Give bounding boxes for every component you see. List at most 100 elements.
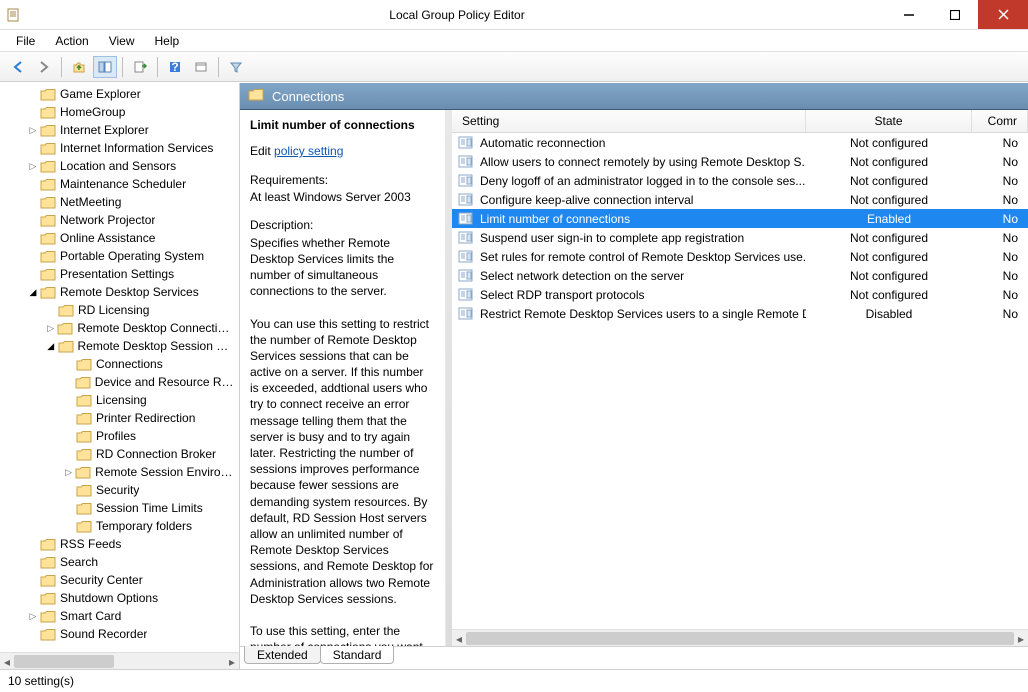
tree-item[interactable]: Licensing bbox=[2, 391, 239, 409]
policy-icon bbox=[458, 250, 474, 264]
tree-item[interactable]: RSS Feeds bbox=[2, 535, 239, 553]
scroll-right-icon[interactable]: ▸ bbox=[1014, 630, 1028, 646]
twisty-closed-icon[interactable]: ▷ bbox=[26, 611, 40, 622]
menu-action[interactable]: Action bbox=[45, 32, 98, 50]
scroll-thumb[interactable] bbox=[14, 655, 114, 668]
tree-item[interactable]: Security bbox=[2, 481, 239, 499]
menu-view[interactable]: View bbox=[99, 32, 145, 50]
tree-item[interactable]: Search bbox=[2, 553, 239, 571]
tree-item-label: Remote Desktop Connection C bbox=[77, 321, 235, 335]
tree-item[interactable]: ▷ Remote Desktop Connection C bbox=[2, 319, 239, 337]
tree-item[interactable]: Online Assistance bbox=[2, 229, 239, 247]
scroll-right-icon[interactable]: ▸ bbox=[225, 653, 239, 670]
tree-item[interactable]: ▷Location and Sensors bbox=[2, 157, 239, 175]
setting-comment: No bbox=[972, 136, 1028, 150]
tree-item[interactable]: Presentation Settings bbox=[2, 265, 239, 283]
tree-item[interactable]: ▷Internet Explorer bbox=[2, 121, 239, 139]
tree-item[interactable]: Device and Resource Redire bbox=[2, 373, 239, 391]
settings-row[interactable]: Suspend user sign-in to complete app reg… bbox=[452, 228, 1028, 247]
scroll-left-icon[interactable]: ◂ bbox=[452, 630, 466, 646]
tree-item[interactable]: HomeGroup bbox=[2, 103, 239, 121]
menu-help[interactable]: Help bbox=[145, 32, 190, 50]
folder-icon bbox=[40, 537, 56, 551]
settings-row[interactable]: Deny logoff of an administrator logged i… bbox=[452, 171, 1028, 190]
tree-item[interactable]: Printer Redirection bbox=[2, 409, 239, 427]
tree-item-label: Maintenance Scheduler bbox=[60, 177, 186, 191]
scroll-left-icon[interactable]: ◂ bbox=[0, 653, 14, 670]
setting-comment: No bbox=[972, 193, 1028, 207]
folder-icon bbox=[40, 573, 56, 587]
settings-row[interactable]: Allow users to connect remotely by using… bbox=[452, 152, 1028, 171]
setting-state: Not configured bbox=[806, 136, 972, 150]
setting-comment: No bbox=[972, 269, 1028, 283]
tree-item[interactable]: Temporary folders bbox=[2, 517, 239, 535]
edit-policy-link[interactable]: policy setting bbox=[274, 144, 343, 158]
tree-item[interactable]: ◢Remote Desktop Session Host bbox=[2, 337, 239, 355]
list-horizontal-scrollbar[interactable]: ◂ ▸ bbox=[452, 629, 1028, 646]
settings-row[interactable]: Select RDP transport protocolsNot config… bbox=[452, 285, 1028, 304]
twisty-closed-icon[interactable]: ▷ bbox=[62, 467, 75, 478]
tree-item[interactable]: Sound Recorder bbox=[2, 625, 239, 643]
tree-item[interactable]: Connections bbox=[2, 355, 239, 373]
setting-state: Enabled bbox=[806, 212, 972, 226]
twisty-open-icon[interactable]: ◢ bbox=[44, 341, 58, 352]
tree-item[interactable]: Maintenance Scheduler bbox=[2, 175, 239, 193]
minimize-button[interactable] bbox=[886, 0, 932, 29]
tree[interactable]: Game ExplorerHomeGroup▷Internet Explorer… bbox=[0, 83, 239, 652]
settings-row[interactable]: Restrict Remote Desktop Services users t… bbox=[452, 304, 1028, 323]
twisty-closed-icon[interactable]: ▷ bbox=[26, 125, 40, 136]
close-button[interactable] bbox=[978, 0, 1028, 29]
back-button[interactable] bbox=[6, 56, 30, 78]
tree-item-label: Security bbox=[96, 483, 139, 497]
settings-row[interactable]: Set rules for remote control of Remote D… bbox=[452, 247, 1028, 266]
scroll-thumb[interactable] bbox=[466, 632, 1014, 645]
main-split: Game ExplorerHomeGroup▷Internet Explorer… bbox=[0, 82, 1028, 669]
show-hide-tree-button[interactable] bbox=[93, 56, 117, 78]
tree-item-label: Temporary folders bbox=[96, 519, 192, 533]
folder-icon bbox=[76, 393, 92, 407]
settings-row[interactable]: Limit number of connectionsEnabledNo bbox=[452, 209, 1028, 228]
tab-standard[interactable]: Standard bbox=[320, 646, 395, 664]
folder-icon bbox=[76, 429, 92, 443]
folder-icon bbox=[40, 177, 56, 191]
menu-file[interactable]: File bbox=[6, 32, 45, 50]
tree-item[interactable]: Session Time Limits bbox=[2, 499, 239, 517]
tree-item[interactable]: ◢Remote Desktop Services bbox=[2, 283, 239, 301]
folder-icon bbox=[76, 483, 92, 497]
tree-item[interactable]: ▷Remote Session Environme bbox=[2, 463, 239, 481]
tree-item-label: Device and Resource Redire bbox=[95, 375, 235, 389]
settings-row[interactable]: Automatic reconnectionNot configuredNo bbox=[452, 133, 1028, 152]
settings-row[interactable]: Configure keep-alive connection interval… bbox=[452, 190, 1028, 209]
tree-item[interactable]: ▷ Smart Card bbox=[2, 607, 239, 625]
statusbar: 10 setting(s) bbox=[0, 669, 1028, 692]
maximize-button[interactable] bbox=[932, 0, 978, 29]
settings-row[interactable]: Select network detection on the serverNo… bbox=[452, 266, 1028, 285]
tree-item[interactable]: Network Projector bbox=[2, 211, 239, 229]
column-setting[interactable]: Setting bbox=[452, 110, 806, 132]
tree-item[interactable]: Shutdown Options bbox=[2, 589, 239, 607]
tree-item[interactable]: RD Licensing bbox=[2, 301, 239, 319]
help-button[interactable]: ? bbox=[163, 56, 187, 78]
tree-item[interactable]: Internet Information Services bbox=[2, 139, 239, 157]
tree-item[interactable]: Security Center bbox=[2, 571, 239, 589]
twisty-open-icon[interactable]: ◢ bbox=[26, 287, 40, 298]
column-state[interactable]: State bbox=[806, 110, 972, 132]
filter-button[interactable] bbox=[224, 56, 248, 78]
twisty-closed-icon[interactable]: ▷ bbox=[26, 161, 40, 172]
setting-state: Not configured bbox=[806, 288, 972, 302]
tree-item[interactable]: RD Connection Broker bbox=[2, 445, 239, 463]
properties-button[interactable] bbox=[189, 56, 213, 78]
tree-item[interactable]: Portable Operating System bbox=[2, 247, 239, 265]
policy-icon bbox=[458, 231, 474, 245]
column-comment[interactable]: Comr bbox=[972, 110, 1028, 132]
forward-button[interactable] bbox=[32, 56, 56, 78]
tree-item[interactable]: NetMeeting bbox=[2, 193, 239, 211]
tree-item[interactable]: Profiles bbox=[2, 427, 239, 445]
tree-horizontal-scrollbar[interactable]: ◂ ▸ bbox=[0, 652, 239, 669]
twisty-closed-icon[interactable]: ▷ bbox=[44, 323, 57, 334]
tree-item-label: Smart Card bbox=[60, 609, 121, 623]
up-button[interactable] bbox=[67, 56, 91, 78]
tab-extended[interactable]: Extended bbox=[244, 646, 321, 664]
tree-item[interactable]: Game Explorer bbox=[2, 85, 239, 103]
export-button[interactable] bbox=[128, 56, 152, 78]
